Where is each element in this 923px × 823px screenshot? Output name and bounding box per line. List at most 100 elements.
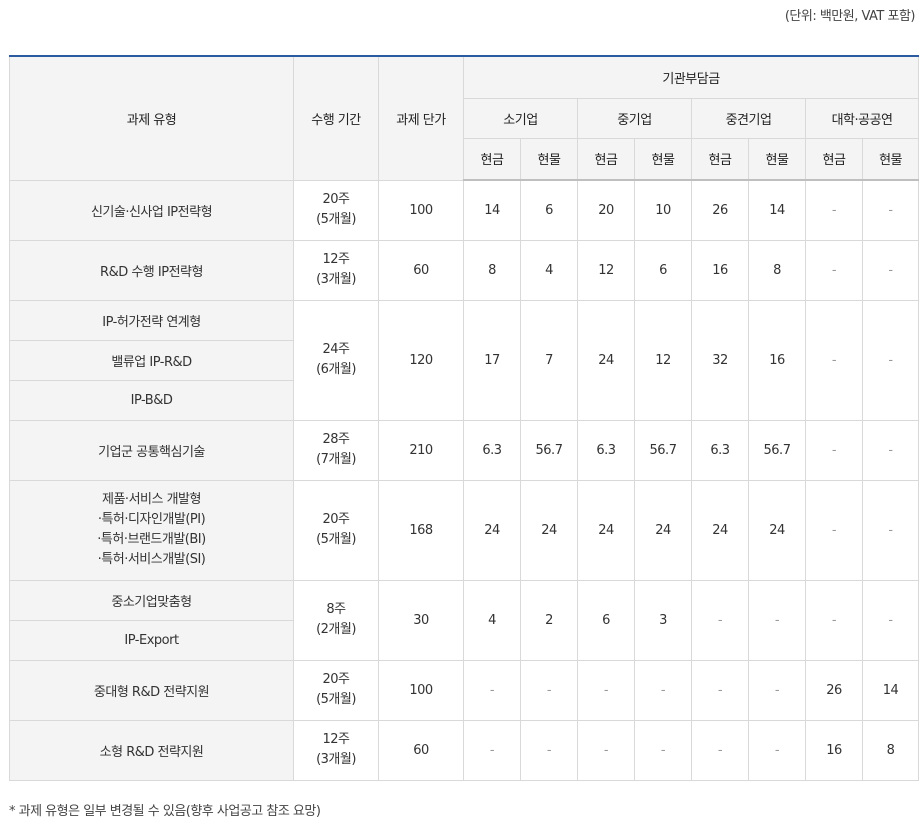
- period-cell: 8주 (2개월): [293, 579, 379, 661]
- header-sub: 현물: [861, 137, 920, 181]
- type-line: ·특허·브랜드개발(BI): [97, 532, 206, 547]
- value-cell: 14: [463, 179, 521, 241]
- period-weeks: 20주: [322, 512, 350, 527]
- period-cell: 12주 (3개월): [293, 719, 379, 781]
- price-cell: 210: [378, 419, 464, 481]
- value-cell: 24: [748, 479, 806, 581]
- table-row: 신기술·신사업 IP전략형 20주 (5개월) 100 14 6 20 10 26…: [9, 179, 920, 241]
- value-cell: -: [805, 239, 863, 301]
- header-group: 중견기업: [691, 97, 806, 139]
- period-weeks: 28주: [322, 432, 350, 447]
- budget-table: 과제 유형 수행 기간 과제 단가 기관부담금 소기업 중기업 중견기업 대학·…: [9, 55, 920, 781]
- value-cell: -: [805, 419, 863, 481]
- value-cell: -: [748, 659, 806, 721]
- value-cell: 32: [691, 299, 749, 421]
- period-months: (7개월): [316, 452, 356, 467]
- header-price: 과제 단가: [378, 55, 464, 181]
- period-weeks: 20주: [322, 192, 350, 207]
- type-cell: 중대형 R&D 전략지원: [9, 659, 294, 721]
- table-row: IP-허가전략 연계형 24주 (6개월) 120 17 7 24 12 32 1…: [9, 299, 920, 421]
- value-cell: 24: [577, 299, 635, 421]
- value-cell: 16: [805, 719, 863, 781]
- value-cell: 16: [691, 239, 749, 301]
- value-cell: 6.3: [463, 419, 521, 481]
- value-cell: 6: [520, 179, 578, 241]
- period-months: (3개월): [316, 752, 356, 767]
- footnote: * 과제 유형은 일부 변경될 수 있음(향후 사업공고 참조 요망): [9, 804, 321, 819]
- table-row: 중소기업맞춤형 8주 (2개월) 30 4 2 6 3 - - - -: [9, 579, 920, 661]
- table-row: 기업군 공통핵심기술 28주 (7개월) 210 6.3 56.7 6.3 56.…: [9, 419, 920, 481]
- value-cell: -: [861, 579, 920, 661]
- value-cell: 56.7: [520, 419, 578, 481]
- period-weeks: 12주: [322, 252, 350, 267]
- value-cell: -: [520, 719, 578, 781]
- value-cell: 6.3: [691, 419, 749, 481]
- value-cell: 26: [805, 659, 863, 721]
- value-cell: 6: [577, 579, 635, 661]
- period-weeks: 8주: [326, 602, 346, 617]
- header-sub: 현금: [463, 137, 521, 181]
- value-cell: 8: [748, 239, 806, 301]
- value-cell: -: [748, 719, 806, 781]
- period-weeks: 24주: [322, 342, 350, 357]
- period-months: (3개월): [316, 272, 356, 287]
- value-cell: -: [520, 659, 578, 721]
- type-line: 제품·서비스 개발형: [102, 492, 201, 507]
- period-weeks: 12주: [322, 732, 350, 747]
- type-cell: IP-B&D: [9, 379, 294, 421]
- type-cell: 제품·서비스 개발형 ·특허·디자인개발(PI) ·특허·브랜드개발(BI) ·…: [9, 479, 294, 581]
- header-burden: 기관부담금: [462, 55, 920, 99]
- value-cell: -: [805, 579, 863, 661]
- value-cell: 56.7: [634, 419, 692, 481]
- header-group: 소기업: [463, 97, 578, 139]
- unit-note: (단위: 백만원, VAT 포함): [784, 9, 916, 24]
- value-cell: 6: [634, 239, 692, 301]
- value-cell: 16: [748, 299, 806, 421]
- value-cell: 4: [463, 579, 521, 661]
- period-months: (6개월): [316, 362, 356, 377]
- price-cell: 60: [378, 719, 464, 781]
- header-sub: 현금: [805, 137, 863, 181]
- value-cell: 24: [520, 479, 578, 581]
- value-cell: 12: [634, 299, 692, 421]
- price-cell: 100: [378, 179, 464, 241]
- value-cell: 56.7: [748, 419, 806, 481]
- period-cell: 28주 (7개월): [293, 419, 379, 481]
- table-body: 신기술·신사업 IP전략형 20주 (5개월) 100 14 6 20 10 26…: [9, 179, 920, 781]
- header-group: 중기업: [577, 97, 692, 139]
- period-months: (2개월): [316, 622, 356, 637]
- type-cell: R&D 수행 IP전략형: [9, 239, 294, 301]
- value-cell: 24: [463, 479, 521, 581]
- period-weeks: 20주: [322, 672, 350, 687]
- value-cell: -: [805, 179, 863, 241]
- price-cell: 120: [378, 299, 464, 421]
- period-months: (5개월): [316, 692, 356, 707]
- type-cell: IP-Export: [9, 619, 294, 661]
- type-cell: 소형 R&D 전략지원: [9, 719, 294, 781]
- value-cell: -: [861, 419, 920, 481]
- price-cell: 100: [378, 659, 464, 721]
- header-sub: 현물: [634, 137, 692, 181]
- value-cell: 3: [634, 579, 692, 661]
- value-cell: 6.3: [577, 419, 635, 481]
- value-cell: 4: [520, 239, 578, 301]
- value-cell: 10: [634, 179, 692, 241]
- header-type: 과제 유형: [9, 55, 294, 181]
- value-cell: -: [691, 579, 749, 661]
- value-cell: 14: [861, 659, 920, 721]
- header-sub: 현금: [577, 137, 635, 181]
- price-cell: 30: [378, 579, 464, 661]
- value-cell: 8: [463, 239, 521, 301]
- value-cell: -: [463, 719, 521, 781]
- value-cell: -: [805, 299, 863, 421]
- period-months: (5개월): [316, 532, 356, 547]
- table-header: 과제 유형 수행 기간 과제 단가 기관부담금 소기업 중기업 중견기업 대학·…: [9, 55, 920, 181]
- type-cell: 밸류업 IP-R&D: [9, 339, 294, 381]
- value-cell: -: [805, 479, 863, 581]
- value-cell: 7: [520, 299, 578, 421]
- value-cell: -: [634, 659, 692, 721]
- type-cell: 신기술·신사업 IP전략형: [9, 179, 294, 241]
- price-cell: 60: [378, 239, 464, 301]
- value-cell: -: [577, 719, 635, 781]
- header-period: 수행 기간: [293, 55, 379, 181]
